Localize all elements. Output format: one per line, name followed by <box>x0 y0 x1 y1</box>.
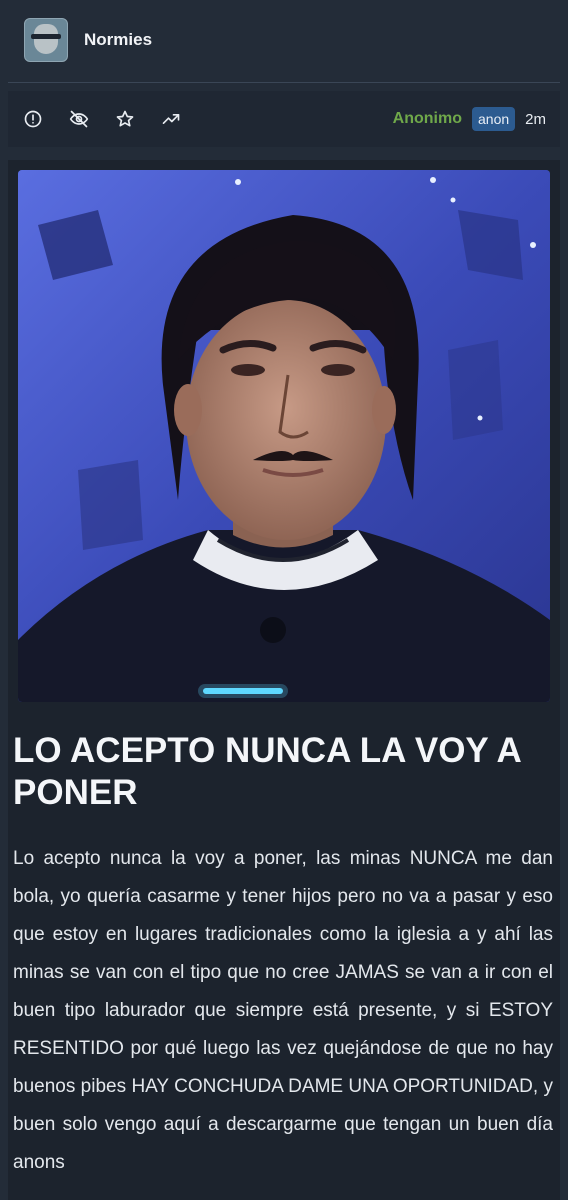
board-header: Normies <box>8 0 560 80</box>
alert-circle-icon[interactable] <box>10 96 56 142</box>
trending-up-icon[interactable] <box>148 96 194 142</box>
app-frame: Normies Anonimo anon 2m LO ACEPTO NUNCA … <box>8 0 560 1200</box>
author-name[interactable]: Anonimo <box>393 110 462 128</box>
post-body: Lo acepto nunca la voy a poner, las mina… <box>13 848 553 1173</box>
divider <box>8 82 560 83</box>
post-action-bar: Anonimo anon 2m <box>8 91 560 147</box>
star-icon[interactable] <box>102 96 148 142</box>
board-name[interactable]: Normies <box>84 30 152 50</box>
post-title: LO ACEPTO NUNCA LA VOY A PONER <box>13 731 521 812</box>
post-content: LO ACEPTO NUNCA LA VOY A PONER Lo acepto… <box>8 160 560 1200</box>
post-image[interactable] <box>18 170 550 702</box>
anon-badge: anon <box>472 107 516 131</box>
npc-face-icon[interactable] <box>24 18 68 62</box>
post-meta: Anonimo anon 2m <box>393 107 546 131</box>
post-time: 2m <box>525 110 546 128</box>
eye-off-icon[interactable] <box>56 96 102 142</box>
